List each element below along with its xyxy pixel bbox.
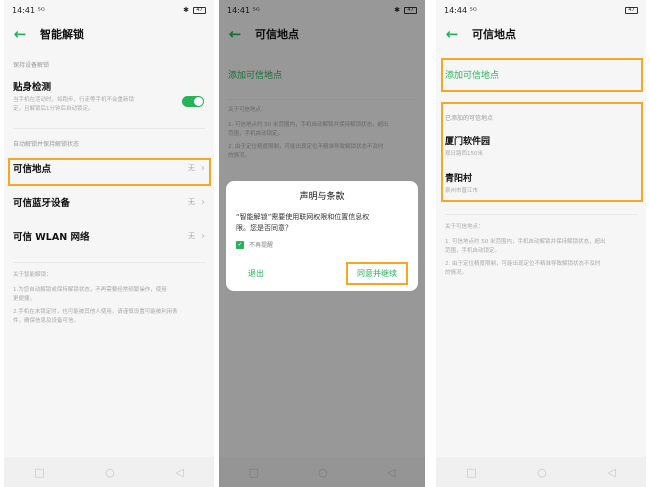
dont-remind-checkbox-row[interactable]: ✓ 不再提醒 xyxy=(236,240,408,249)
recent-apps-icon[interactable]: □ xyxy=(466,466,476,479)
status-bar: 14:44 ⁵ᴳ 47 xyxy=(436,0,646,20)
nav-bar: □ ○ ◁ xyxy=(436,457,646,487)
home-icon[interactable]: ○ xyxy=(537,466,547,479)
status-bar: 14:41 ⁵ᴳ ✱ 47 xyxy=(4,0,214,20)
back-icon[interactable]: ◁ xyxy=(607,466,615,479)
divider xyxy=(13,262,205,263)
trusted-bluetooth-value: 无 xyxy=(188,198,195,206)
exit-button[interactable]: 退出 xyxy=(236,262,276,285)
about-smart-unlock: 关于智能解锁： 1.为您自动解锁或保持解锁状态，不再需要经常频繁操作，使用 更便… xyxy=(4,271,214,326)
bluetooth-icon: ✱ xyxy=(183,6,189,14)
home-icon[interactable]: ○ xyxy=(105,466,115,479)
screen-smart-unlock: 14:41 ⁵ᴳ ✱ 47 ← 智能解锁 保持设备解锁 贴身检测 当手机在活动时，… xyxy=(4,0,214,487)
divider xyxy=(445,214,637,215)
highlight-add-place xyxy=(441,58,643,92)
screen-trusted-places-list: 14:44 ⁵ᴳ 47 ← 可信地点 添加可信地点 已添加的可信地点 厦门软件园… xyxy=(436,0,646,487)
page-title: 智能解锁 xyxy=(40,28,84,41)
signal-icon: ⁵ᴳ xyxy=(469,5,477,15)
trusted-bluetooth-label: 可信蓝牙设备 xyxy=(13,198,71,209)
about-line-1b: 范围，手机自动锁定。 xyxy=(445,248,501,254)
about-line-1a: 1.为您自动解锁或保持解锁状态，不再需要经常频繁操作，使用 xyxy=(13,287,167,293)
about-line-1a: 1. 可信地点约 50 米范围内，手机自动解锁并保持解锁状态，超出 xyxy=(445,239,606,245)
trusted-wlan-row[interactable]: 可信 WLAN 网络 无 › xyxy=(4,224,214,248)
about-line-2b: 的情况。 xyxy=(445,270,468,276)
nav-bar: □ ○ ◁ xyxy=(4,457,214,487)
body-detect-row[interactable]: 贴身检测 xyxy=(4,79,214,93)
top-bar: ← 可信地点 xyxy=(436,20,646,48)
back-arrow-icon[interactable]: ← xyxy=(12,25,28,43)
battery-icon: 47 xyxy=(625,6,638,14)
about-line-1b: 更便捷。 xyxy=(13,296,36,302)
divider xyxy=(13,128,205,129)
section-keep-unlocked: 保持设备解锁 xyxy=(13,62,50,69)
status-time: 14:41 xyxy=(12,5,36,15)
trusted-wlan-label: 可信 WLAN 网络 xyxy=(13,232,90,243)
agree-continue-button[interactable]: 同意并继续 xyxy=(346,262,408,285)
trusted-wlan-value: 无 xyxy=(188,232,195,240)
body-detect-title: 贴身检测 xyxy=(13,82,52,93)
chevron-right-icon: › xyxy=(201,196,205,208)
highlight-added-places xyxy=(441,102,643,202)
battery-icon: 47 xyxy=(193,6,206,14)
body-detect-toggle[interactable] xyxy=(182,96,204,107)
signal-icon: ⁵ᴳ xyxy=(37,5,45,15)
dialog-text-line1: “智能解锁”需要使用联网权限和位置信息权 xyxy=(236,213,370,221)
chevron-right-icon: › xyxy=(201,230,205,242)
trusted-bluetooth-row[interactable]: 可信蓝牙设备 无 › xyxy=(4,190,214,214)
page-title: 可信地点 xyxy=(472,28,516,41)
dialog-text-line2: 限。您是否同意？ xyxy=(236,224,292,232)
about-line-2a: 2. 由于定位精度限制，可能出现定位不精准导致解锁状态不及时 xyxy=(445,261,601,267)
screen-trusted-places-dialog: 14:41 ⁵ᴳ ✱ 47 ← 可信地点 添加可信地点 关于可信地点： 1. 可信… xyxy=(219,0,425,487)
about-title: 关于智能解锁： xyxy=(13,272,52,278)
status-time: 14:44 xyxy=(444,5,468,15)
about-line-2a: 2.手机在未锁定时，也可能被其他人使用，请谨慎设置可能被利用条 xyxy=(13,309,178,315)
body-detect-desc-line2: 定，且解锁后1分钟后自动锁定。 xyxy=(13,106,94,112)
top-bar: ← 智能解锁 xyxy=(4,20,214,48)
highlight-trusted-places xyxy=(8,158,211,186)
back-icon[interactable]: ◁ xyxy=(175,466,183,479)
about-trusted-places: 关于可信地点： 1. 可信地点约 50 米范围内，手机自动解锁并保持解锁状态，超… xyxy=(436,223,646,278)
about-line-2b: 件，确保信息及设备可信。 xyxy=(13,318,80,324)
body-detect-desc-line1: 当手机在活动时，如跑步、行走等手机不会重新锁 xyxy=(13,97,135,103)
recent-apps-icon[interactable]: □ xyxy=(34,466,44,479)
back-arrow-icon[interactable]: ← xyxy=(444,25,460,43)
dialog-title: 声明与条款 xyxy=(299,192,345,202)
dont-remind-label: 不再提醒 xyxy=(249,242,274,249)
about-title: 关于可信地点： xyxy=(445,224,484,230)
terms-dialog: 声明与条款 “智能解锁”需要使用联网权限和位置信息权 限。您是否同意？ ✓ 不再… xyxy=(226,181,418,291)
checkbox-checked-icon[interactable]: ✓ xyxy=(236,240,244,249)
section-auto-unlock: 自动解锁并保持解锁状态 xyxy=(13,141,80,148)
